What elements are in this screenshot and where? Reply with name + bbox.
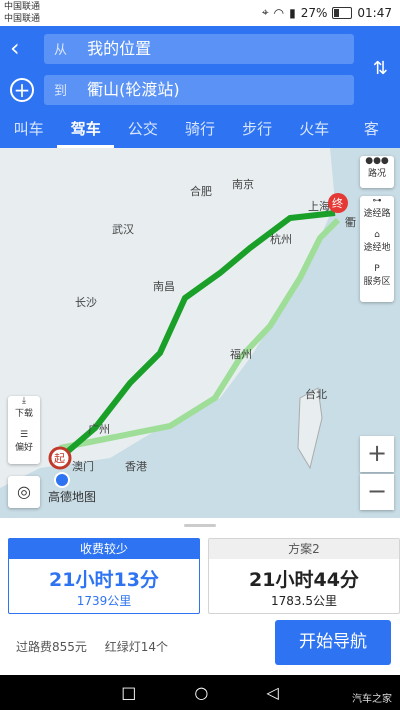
recent-apps-icon[interactable]: □ [121,683,136,702]
zoom-out-button[interactable]: − [360,474,394,510]
destination-prefix: 到 [54,84,68,99]
signal-icon: ▮ [289,5,296,20]
via-route-icon: ⊶ [372,196,382,206]
service-area-icon: P [374,264,380,274]
destination-field[interactable]: 到 衢山(轮渡站) [44,75,354,105]
my-location-icon [54,472,70,488]
transport-tabs: 叫车 驾车 公交 骑行 步行 火车 客 [0,114,400,148]
prefs-button[interactable]: ☰ 偏好 [8,430,40,464]
map-label: 衢 [345,216,356,229]
swap-icon[interactable]: ⇅ [373,58,388,79]
download-icon: ⤓ [22,396,26,406]
download-label: 下载 [14,409,33,419]
route-info: 过路费855元 红绿灯14个 [16,638,168,655]
tab-bus[interactable]: 公交 [114,114,171,148]
map-label: 香港 [125,460,147,473]
start-navigation-button[interactable]: 开始导航 [275,620,391,665]
map-label: 澳门 [72,459,94,473]
plan-tag: 收费较少 [9,539,199,559]
plan-tag: 方案2 [209,539,399,559]
plan-card-2[interactable]: 方案2 21小时44分 1783.5公里 [208,538,400,614]
origin-prefix: 从 [54,43,68,58]
map-label: 上海 [308,199,330,213]
locate-icon: ◎ [17,482,31,501]
add-waypoint-icon[interactable]: + [10,78,34,102]
battery-percent: 27% [300,5,328,20]
toll-fee: 过路费855元 [16,640,87,654]
wifi-icon: ◠ [273,5,285,20]
carrier-2: 中国联通 [4,14,41,24]
map-label: 福州 [230,347,252,361]
map-label: 长沙 [75,296,97,309]
tab-train[interactable]: 火车 [286,114,343,148]
plan-card-1[interactable]: 收费较少 21小时13分 1739公里 [8,538,200,614]
route-map[interactable]: 南京 合肥 武汉 上海 杭州 长沙 南昌 福州 台北 广州 澳门 香港 衢 起 … [0,148,400,518]
tab-taxi[interactable]: 叫车 [0,114,57,148]
map-label: 武汉 [112,223,134,236]
map-label: 合肥 [190,184,212,198]
plan-distance: 1739公里 [76,594,132,608]
map-label: 杭州 [270,232,292,246]
route-sheet: 收费较少 21小时13分 1739公里 方案2 21小时44分 1783.5公里… [0,518,400,675]
home-icon[interactable]: ○ [194,683,208,702]
prefs-icon: ☰ [19,430,29,440]
tab-walk[interactable]: 步行 [229,114,286,148]
service-area-label: 服务区 [363,277,391,287]
map-logo: 高德地图 [48,490,97,504]
status-bar: 中国联通 中国联通 ⌖ ◠ ▮ 27% 01:47 [0,0,400,26]
tab-drive[interactable]: 驾车 [57,114,115,148]
tab-bike[interactable]: 骑行 [171,114,228,148]
end-marker-label: 终 [332,196,343,210]
start-marker-label: 起 [54,452,65,465]
via-place-icon: ⌂ [374,230,380,240]
waypoint-panel: ⊶ 途经路 ⌂ 途经地 P 服务区 [360,196,394,302]
service-area-button[interactable]: P 服务区 [360,264,394,298]
tab-coach[interactable]: 客 [343,114,400,148]
destination-value: 衢山(轮渡站) [87,80,180,99]
sheet-handle[interactable] [184,524,216,527]
locate-button[interactable]: ◎ [8,476,40,508]
origin-value: 我的位置 [87,39,152,58]
zoom-in-button[interactable]: + [360,436,394,472]
location-icon: ⌖ [261,5,269,19]
plan-time: 21小时44分 [249,569,359,591]
via-route-button[interactable]: ⊶ 途经路 [360,196,394,230]
prefs-label: 偏好 [14,443,33,453]
route-header: ‹ + 从 我的位置 到 衢山(轮渡站) ⇅ 叫车 驾车 公交 骑行 步行 火车… [0,26,400,148]
map-label: 广州 [88,423,110,436]
watermark: 汽车之家 [352,694,392,705]
via-route-label: 途经路 [363,209,391,219]
map-canvas: 南京 合肥 武汉 上海 杭州 长沙 南昌 福州 台北 广州 澳门 香港 衢 起 … [0,148,400,518]
map-label: 南京 [232,177,254,191]
plan-time: 21小时13分 [49,569,159,591]
via-place-button[interactable]: ⌂ 途经地 [360,230,394,264]
back-nav-icon[interactable]: ◁ [266,683,278,702]
map-label: 南昌 [153,280,175,293]
traffic-button[interactable]: ●●● 路况 [360,156,394,188]
traffic-lights: 红绿灯14个 [104,640,169,654]
download-button[interactable]: ⤓ 下载 [8,396,40,430]
origin-field[interactable]: 从 我的位置 [44,34,354,64]
left-tools: ⤓ 下载 ☰ 偏好 [8,396,40,464]
plan-distance: 1783.5公里 [271,594,337,608]
system-navbar: □ ○ ◁ [0,675,400,710]
via-place-label: 途经地 [363,243,391,253]
battery-icon [332,6,353,19]
back-icon[interactable]: ‹ [10,36,34,60]
carrier-1: 中国联通 [4,2,41,12]
carrier-info: 中国联通 中国联通 [4,1,40,25]
traffic-label: 路况 [367,169,386,179]
traffic-icon: ●●● [365,156,389,166]
clock: 01:47 [357,5,392,20]
status-icons: ⌖ ◠ ▮ 27% 01:47 [262,5,392,20]
map-label: 台北 [305,387,327,401]
